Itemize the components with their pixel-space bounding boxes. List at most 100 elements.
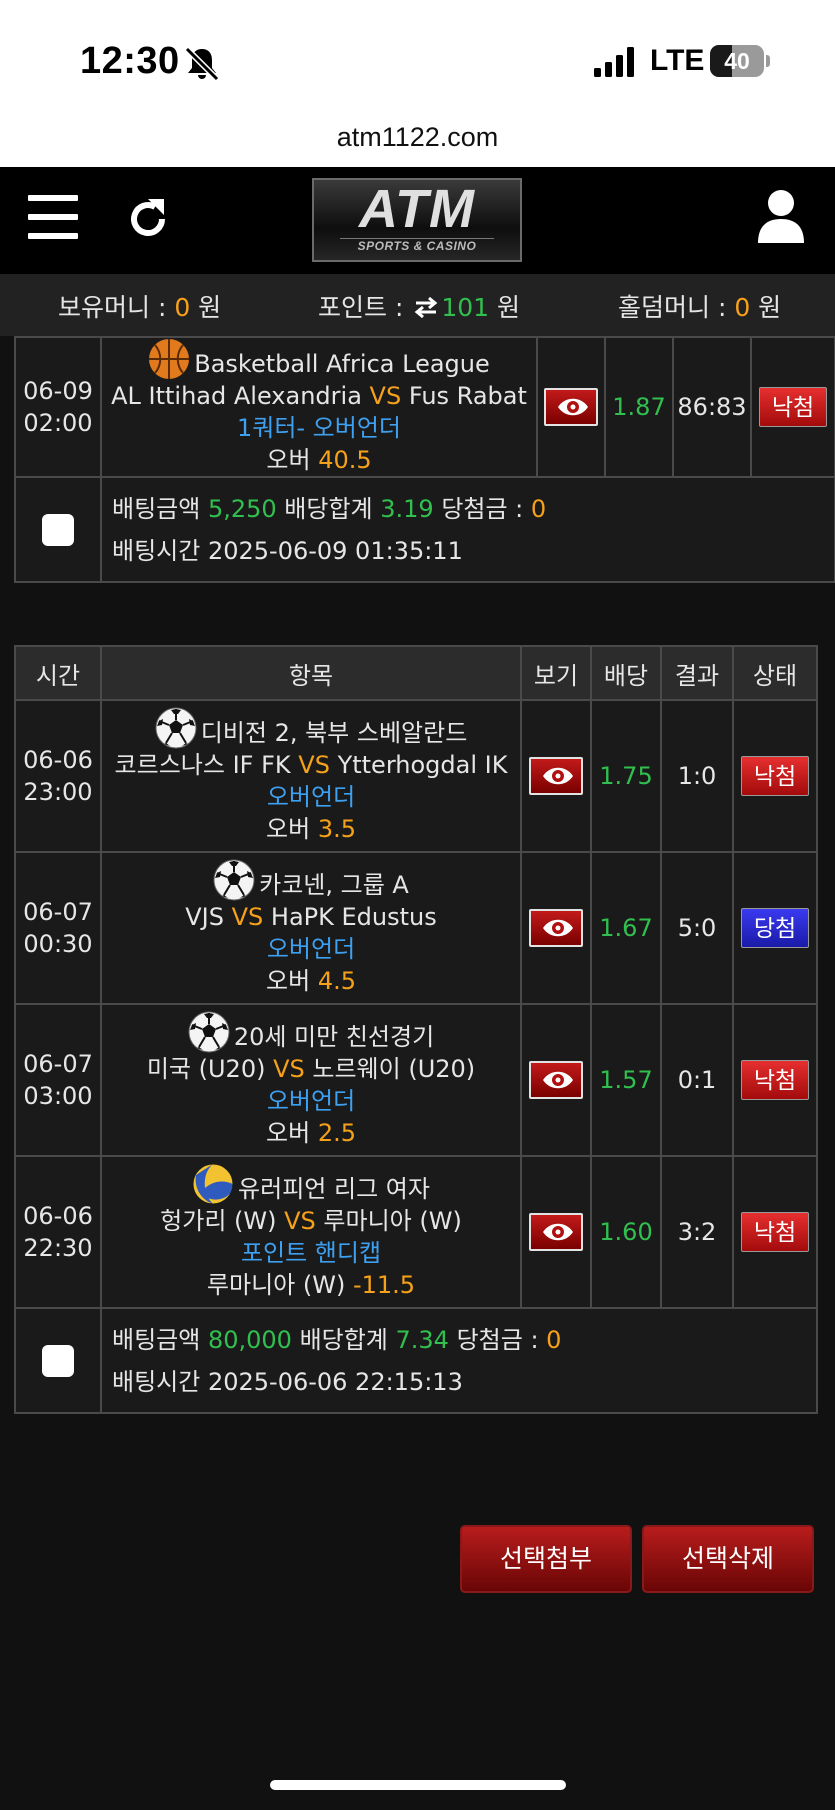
matchup: 미국 (U20) VS 노르웨이 (U20) (104, 1053, 518, 1085)
status-cell: 낙첨 (732, 1003, 818, 1157)
soccer-ball-icon (188, 1011, 230, 1053)
refresh-icon[interactable] (124, 195, 172, 243)
away-team: 노르웨이 (U20) (312, 1055, 476, 1083)
view-button[interactable] (544, 388, 598, 426)
view-button[interactable] (529, 909, 583, 947)
bet-slip-1: 06-09 02:00 Basketball Africa League AL … (14, 336, 835, 583)
bet-date: 06-09 (23, 377, 93, 405)
pick-value: 2.5 (317, 1119, 356, 1147)
market-type: 오버언더 (266, 783, 356, 811)
transfer-arrows-icon[interactable] (413, 296, 439, 318)
league-name: 유러피언 리그 여자 (238, 1175, 430, 1203)
payout-label: 당첨금 : (433, 494, 531, 523)
view-button[interactable] (529, 757, 583, 795)
header-item: 항목 (100, 645, 522, 701)
bet-summary: 배팅금액 5,250 배당합계 3.19 당첨금 : 0 배팅시간 2025-0… (100, 476, 835, 583)
attach-selected-button[interactable]: 선택첨부 (460, 1525, 632, 1593)
view-cell (520, 1003, 592, 1157)
league-name: 디비전 2, 북부 스베알란드 (200, 719, 468, 747)
hamburger-menu-icon[interactable] (28, 195, 78, 241)
user-account-icon[interactable] (756, 189, 806, 245)
status-badge: 낙첨 (759, 387, 827, 427)
status-badge: 당첨 (741, 908, 809, 948)
pick-line: 오버 4.5 (104, 965, 518, 997)
away-team: Ytterhogdal IK (337, 751, 508, 779)
soccer-ball-icon (213, 859, 255, 901)
bet-row: 06-09 02:00 Basketball Africa League AL … (14, 336, 835, 478)
market-type: 포인트 핸디캡 (240, 1239, 382, 1267)
home-team: VJS (185, 903, 224, 931)
view-button[interactable] (529, 1213, 583, 1251)
payout-amount: 0 (530, 494, 547, 523)
eye-icon (543, 1071, 573, 1089)
result-score: 5:0 (660, 851, 734, 1005)
select-checkbox[interactable] (42, 1344, 74, 1377)
status-cell: 낙첨 (732, 1155, 818, 1309)
bet-row: 06-06 23:00 디비전 2, 북부 스베알란드 코르스나스 IF FK … (14, 699, 818, 853)
holdem-unit: 원 (750, 293, 782, 322)
logo-main-text: ATM (359, 179, 475, 239)
checkbox-cell (14, 1307, 102, 1414)
bet-date: 06-07 (23, 898, 93, 926)
view-cell (536, 336, 606, 478)
eye-icon (543, 919, 573, 937)
bet-hour: 00:30 (23, 930, 93, 958)
bet-time: 06-06 23:00 (14, 699, 102, 853)
market-type: 오버언더 (266, 1087, 356, 1115)
pick-value: 3.5 (317, 815, 356, 843)
pick: 루마니아 (W) (206, 1271, 346, 1299)
point-label: 포인트 : (318, 293, 412, 322)
league-name: 카코넨, 그룹 A (259, 871, 409, 899)
result-score: 1:0 (660, 699, 734, 853)
league-name: 20세 미만 친선경기 (233, 1023, 435, 1051)
logo-sub-text: SPORTS & CASINO (340, 238, 494, 253)
amount-label: 배팅금액 (112, 494, 208, 523)
view-cell (520, 699, 592, 853)
market-type: 1쿼터- 오버언더 (236, 414, 402, 442)
site-logo[interactable]: ATM SPORTS & CASINO (312, 178, 522, 262)
bet-item: 디비전 2, 북부 스베알란드 코르스나스 IF FK VS Ytterhogd… (100, 699, 522, 853)
league-line: 디비전 2, 북부 스베알란드 (104, 707, 518, 749)
battery-icon: 40 (710, 45, 770, 77)
select-checkbox[interactable] (42, 513, 74, 546)
bet-item: 카코넨, 그룹 A VJS VS HaPK Edustus 오버언더 오버 4.… (100, 851, 522, 1005)
bet-summary: 배팅금액 80,000 배당합계 7.34 당첨금 : 0 배팅시간 2025-… (100, 1307, 818, 1414)
header-status: 상태 (732, 645, 818, 701)
holdem-balance: 홀덤머니 : 0 원 (618, 288, 781, 324)
status-badge: 낙첨 (741, 1060, 809, 1100)
view-cell (520, 1155, 592, 1309)
delete-selected-button[interactable]: 선택삭제 (642, 1525, 814, 1593)
status-badge: 낙첨 (741, 756, 809, 796)
checkbox-cell (14, 476, 102, 583)
address-bar-url[interactable]: atm1122.com (0, 122, 835, 153)
amount-label: 배팅금액 (112, 1325, 208, 1354)
matchup: 헝가리 (W) VS 루마니아 (W) (104, 1205, 518, 1237)
summary-time: 배팅시간 2025-06-06 22:15:13 (112, 1361, 816, 1403)
away-team: Fus Rabat (408, 382, 527, 410)
view-button[interactable] (529, 1061, 583, 1099)
home-indicator[interactable] (270, 1780, 566, 1790)
header-result: 결과 (660, 645, 734, 701)
home-team: AL Ittihad Alexandria (111, 382, 362, 410)
bet-timestamp: 2025-06-09 01:35:11 (207, 536, 463, 565)
bet-hour: 23:00 (23, 778, 93, 806)
pick-value: 4.5 (317, 967, 356, 995)
status-time: 12:30 (80, 40, 180, 82)
bet-time: 06-07 00:30 (14, 851, 102, 1005)
bet-item: 유러피언 리그 여자 헝가리 (W) VS 루마니아 (W) 포인트 핸디캡 루… (100, 1155, 522, 1309)
pick-line: 오버 2.5 (104, 1117, 518, 1149)
home-team: 미국 (U20) (146, 1055, 266, 1083)
bet-date: 06-06 (23, 746, 93, 774)
money-label: 보유머니 : (58, 293, 175, 322)
bet-time: 06-07 03:00 (14, 1003, 102, 1157)
table-header: 시간 항목 보기 배당 결과 상태 (14, 645, 818, 701)
bet-timestamp: 2025-06-06 22:15:13 (207, 1367, 463, 1396)
result-score: 0:1 (660, 1003, 734, 1157)
matchup: VJS VS HaPK Edustus (104, 901, 518, 933)
bet-hour: 02:00 (23, 409, 93, 437)
market-type: 오버언더 (266, 935, 356, 963)
vs-label: VS (369, 382, 402, 410)
bet-time-label: 배팅시간 (112, 1367, 208, 1396)
soccer-ball-icon (155, 707, 197, 749)
odds: 1.57 (590, 1003, 662, 1157)
